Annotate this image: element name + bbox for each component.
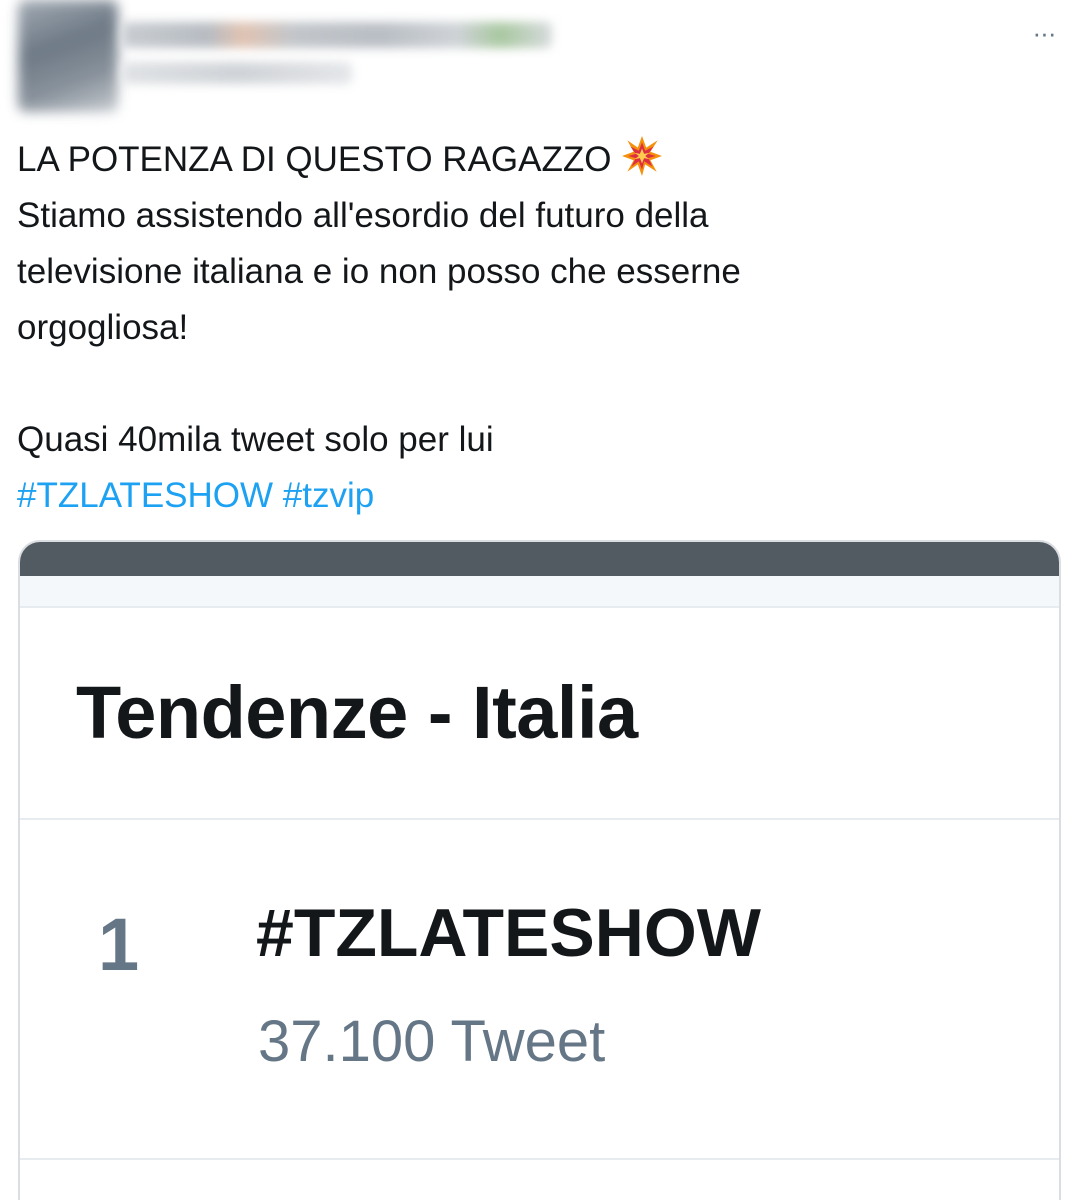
trends-title: Tendenze - Italia xyxy=(76,671,638,754)
tweet-line: LA POTENZA DI QUESTO RAGAZZO xyxy=(17,132,1057,188)
tweet-body: LA POTENZA DI QUESTO RAGAZZO Stiamo assi… xyxy=(17,132,1057,524)
tweet-line: orgogliosa! xyxy=(17,308,189,347)
attached-image[interactable]: Tendenze - Italia 1 #TZLATESHOW 37.100 T… xyxy=(18,540,1061,1200)
image-top-bar xyxy=(20,542,1059,576)
divider xyxy=(20,818,1059,820)
hashtag-tzvip[interactable]: #tzvip xyxy=(283,476,374,515)
tweet-line: televisione italiana e io non posso che … xyxy=(17,252,741,291)
hashtag-tzlateshow[interactable]: #TZLATESHOW xyxy=(17,476,273,515)
author-handle-blurred[interactable] xyxy=(122,62,352,84)
more-horizontal-icon[interactable]: ··· xyxy=(1027,20,1061,46)
tweet-line: Quasi 40mila tweet solo per lui xyxy=(17,420,494,459)
avatar[interactable] xyxy=(18,0,118,112)
author-name-blurred[interactable] xyxy=(122,22,552,48)
tweet-line: Stiamo assistendo all'esordio del futuro… xyxy=(17,196,709,235)
divider xyxy=(20,1158,1059,1160)
image-sub-bar xyxy=(20,576,1059,608)
trend-tweet-count: 37.100 Tweet xyxy=(258,1009,606,1074)
collision-emoji-icon xyxy=(621,135,663,194)
tweet-page: ··· LA POTENZA DI QUESTO RAGAZZO Stiamo … xyxy=(0,0,1075,1200)
tweet-header: ··· xyxy=(0,0,1075,120)
trend-name: #TZLATESHOW xyxy=(256,895,761,971)
hashtag-line: #TZLATESHOW #tzvip xyxy=(17,468,1057,524)
trend-rank: 1 xyxy=(98,903,140,986)
